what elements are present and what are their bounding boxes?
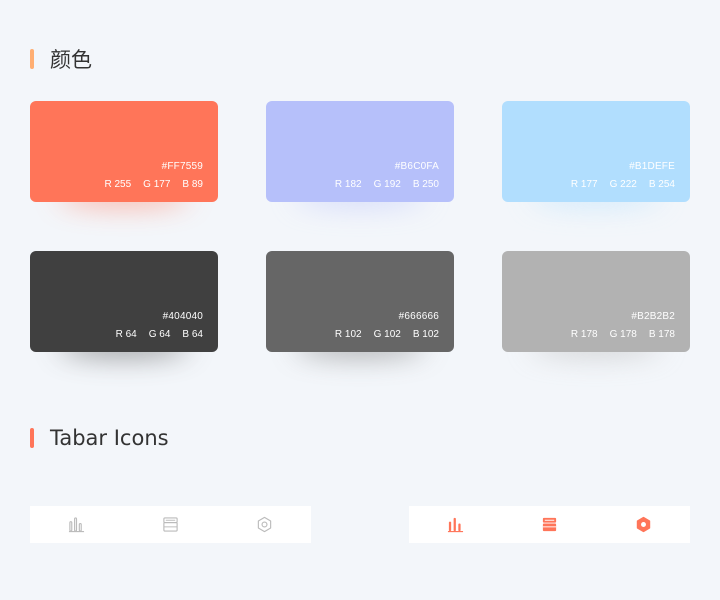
swatch-g: G 177 [143, 179, 171, 190]
swatch-b: B 102 [412, 329, 439, 340]
tabbar-inactive [30, 506, 311, 543]
inbox-icon [542, 517, 557, 532]
swatch-rgb: R 255 G 177 B 89 [104, 179, 203, 190]
gear-icon [257, 516, 271, 533]
inbox-icon [163, 517, 178, 532]
swatch-b: B 64 [182, 329, 203, 340]
swatch-rgb: R 178 G 178 B 178 [571, 329, 675, 340]
swatch-r: R 178 [570, 329, 598, 340]
swatch-b: B 89 [182, 179, 203, 190]
swatch-r: R 177 [570, 179, 598, 190]
swatch-hex: #404040 [162, 311, 203, 322]
swatch-b: B 178 [648, 329, 675, 340]
tab-settings[interactable] [234, 506, 294, 543]
swatch-hex: #B1DEFE [629, 161, 675, 172]
swatch-hex: #B6C0FA [394, 161, 439, 172]
tabbar-section-title: Tabar Icons [30, 426, 169, 450]
swatch-r: R 255 [104, 179, 132, 190]
colors-section-title: 颜色 [30, 44, 92, 74]
colors-title-text: 颜色 [50, 48, 92, 72]
swatch-g: G 178 [609, 329, 637, 340]
tab-stats[interactable] [47, 506, 107, 543]
swatch-b: B 254 [648, 179, 675, 190]
swatch-b6c0fa[interactable]: #B6C0FA R 182 G 192 B 250 [266, 101, 454, 206]
swatch-hex: #FF7559 [161, 161, 203, 172]
swatch-rgb: R 64 G 64 B 64 [116, 329, 203, 340]
swatch-g: G 192 [373, 179, 401, 190]
tab-settings-active[interactable] [613, 506, 673, 543]
swatch-rgb: R 182 G 192 B 250 [335, 179, 439, 190]
bar-chart-icon [448, 517, 464, 533]
swatch-rgb: R 177 G 222 B 254 [571, 179, 675, 190]
swatch-g: G 64 [148, 329, 171, 340]
swatch-404040[interactable]: #404040 R 64 G 64 B 64 [30, 251, 218, 356]
swatch-g: G 102 [373, 329, 401, 340]
bar-chart-icon [69, 517, 85, 533]
swatch-r: R 64 [115, 329, 137, 340]
swatch-ff7559[interactable]: #FF7559 R 255 G 177 B 89 [30, 101, 218, 206]
swatch-r: R 182 [334, 179, 362, 190]
tab-inbox-active[interactable] [519, 506, 579, 543]
swatch-r: R 102 [334, 329, 362, 340]
swatch-hex: #B2B2B2 [631, 311, 675, 322]
swatch-b: B 250 [412, 179, 439, 190]
tabbar-active [409, 506, 690, 543]
tabbar-title-accent-bar [30, 428, 34, 448]
swatch-hex: #666666 [398, 311, 439, 322]
swatch-b1defe[interactable]: #B1DEFE R 177 G 222 B 254 [502, 101, 690, 206]
gear-icon [636, 516, 650, 533]
tab-stats-active[interactable] [426, 506, 486, 543]
tabbar-title-text: Tabar Icons [50, 426, 169, 450]
swatch-rgb: R 102 G 102 B 102 [335, 329, 439, 340]
swatch-666666[interactable]: #666666 R 102 G 102 B 102 [266, 251, 454, 356]
swatch-g: G 222 [609, 179, 637, 190]
swatch-b2b2b2[interactable]: #B2B2B2 R 178 G 178 B 178 [502, 251, 690, 356]
tab-inbox[interactable] [140, 506, 200, 543]
colors-title-accent-bar [30, 49, 34, 69]
